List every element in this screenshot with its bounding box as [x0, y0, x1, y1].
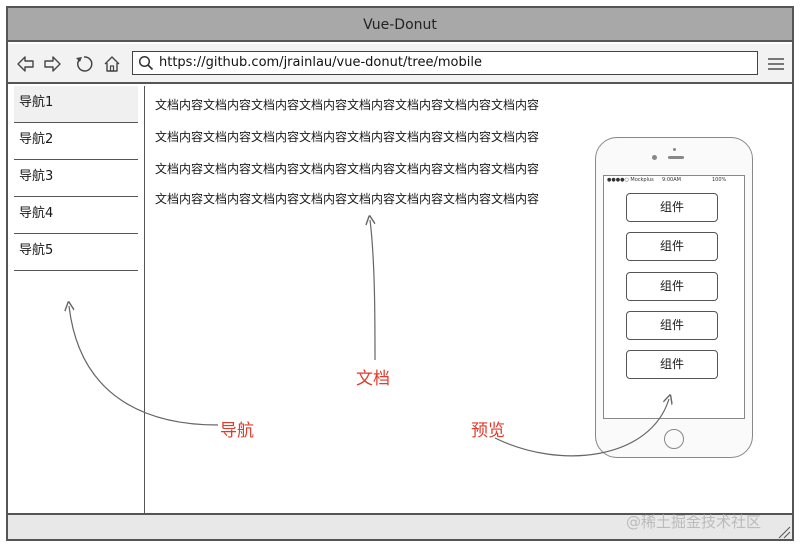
phone-speaker — [668, 156, 684, 159]
phone-camera — [652, 155, 657, 160]
watermark: @稀土掘金技术社区 — [626, 513, 762, 531]
phone-status-bar: ●●●●○ Mockplus 9:00AM 100% — [604, 176, 744, 184]
sidebar-item-label: 导航5 — [19, 243, 54, 258]
phone-home-button — [664, 429, 684, 449]
back-icon[interactable] — [14, 52, 38, 76]
phone-camera-dot — [673, 148, 676, 151]
phone-preview: ●●●●○ Mockplus 9:00AM 100% 组件 组件 组件 组件 组… — [595, 137, 753, 458]
window-title: Vue-Donut — [363, 17, 437, 33]
title-bar: Vue-Donut — [8, 8, 792, 42]
phone-screen: ●●●●○ Mockplus 9:00AM 100% 组件 组件 组件 组件 组… — [603, 175, 745, 419]
sidebar-item-label: 导航1 — [19, 95, 54, 110]
component-button[interactable]: 组件 — [626, 232, 718, 261]
document-line: 文档内容文档内容文档内容文档内容文档内容文档内容文档内容文档内容 — [155, 192, 540, 206]
search-icon — [133, 52, 159, 74]
sidebar-item-nav4[interactable]: 导航4 — [14, 197, 138, 234]
component-button[interactable]: 组件 — [626, 350, 718, 379]
component-button[interactable]: 组件 — [626, 193, 718, 222]
component-button[interactable]: 组件 — [626, 311, 718, 340]
sidebar-item-label: 导航3 — [19, 169, 54, 184]
sidebar-item-nav5[interactable]: 导航5 — [14, 234, 138, 271]
address-bar[interactable]: https://github.com/jrainlau/vue-donut/tr… — [132, 51, 758, 75]
sidebar-item-label: 导航2 — [19, 132, 54, 147]
sidebar-item-nav3[interactable]: 导航3 — [14, 160, 138, 197]
component-button[interactable]: 组件 — [626, 272, 718, 301]
reload-icon[interactable] — [72, 52, 96, 76]
sidebar-item-nav1[interactable]: 导航1 — [14, 86, 138, 123]
menu-icon[interactable] — [766, 54, 786, 74]
document-line: 文档内容文档内容文档内容文档内容文档内容文档内容文档内容文档内容 — [155, 162, 540, 176]
home-icon[interactable] — [100, 52, 124, 76]
nav-annotation: 导航 — [220, 421, 254, 441]
resize-grip-icon[interactable] — [777, 524, 791, 539]
doc-annotation: 文档 — [356, 369, 390, 389]
phone-time: 9:00AM — [662, 177, 681, 183]
browser-toolbar: https://github.com/jrainlau/vue-donut/tr… — [8, 44, 792, 84]
phone-battery: 100% — [712, 177, 727, 183]
preview-annotation: 预览 — [471, 421, 505, 441]
sidebar-item-label: 导航4 — [19, 206, 54, 221]
phone-signal: ●●●●○ Mockplus — [607, 177, 654, 183]
forward-icon[interactable] — [40, 52, 64, 76]
sidebar-item-nav2[interactable]: 导航2 — [14, 123, 138, 160]
sidebar: 导航1 导航2 导航3 导航4 导航5 — [8, 86, 145, 513]
document-line: 文档内容文档内容文档内容文档内容文档内容文档内容文档内容文档内容 — [155, 98, 540, 112]
document-line: 文档内容文档内容文档内容文档内容文档内容文档内容文档内容文档内容 — [155, 130, 540, 144]
url-text[interactable]: https://github.com/jrainlau/vue-donut/tr… — [159, 52, 482, 74]
